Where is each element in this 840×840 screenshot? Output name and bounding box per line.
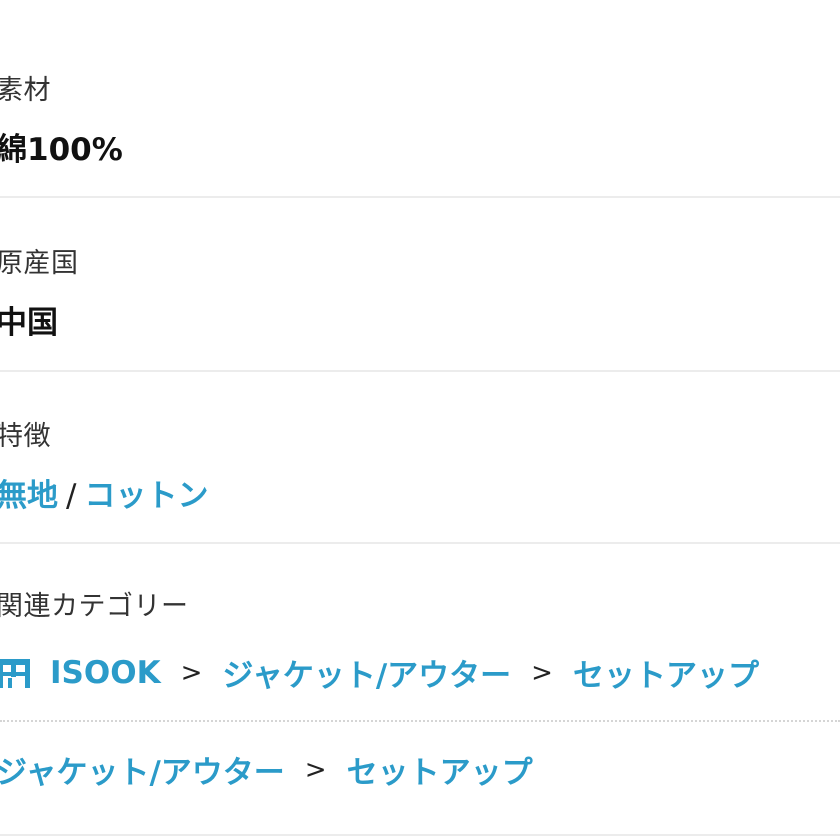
material-label: 素材: [0, 75, 51, 106]
section-divider: [0, 834, 840, 836]
origin-label: 原産国: [0, 248, 79, 279]
dotted-divider: [0, 720, 840, 722]
features-values: 無地 / コットン: [0, 470, 208, 515]
material-value: 綿100%: [0, 132, 123, 168]
feature-link-plain[interactable]: 無地: [0, 478, 58, 514]
shop-icon: [0, 658, 30, 688]
chevron-right-icon: >: [180, 657, 203, 688]
breadcrumb-row-1: ISOOK > ジャケット/アウター > セットアップ: [0, 650, 759, 695]
breadcrumb-shop-link[interactable]: ISOOK: [50, 655, 161, 691]
breadcrumb-row-2: ジャケット/アウター > セットアップ: [0, 747, 533, 792]
breadcrumb-setup-link[interactable]: セットアップ: [573, 650, 759, 695]
related-label: 関連カテゴリー: [0, 591, 189, 622]
origin-section: 原産国 中国: [0, 198, 840, 372]
chevron-right-icon: >: [531, 657, 553, 688]
feature-link-cotton[interactable]: コットン: [84, 478, 208, 514]
breadcrumb-jacket-link[interactable]: ジャケット/アウター: [0, 747, 285, 792]
material-section: 素材 綿100%: [0, 0, 840, 198]
feature-separator: /: [66, 478, 77, 514]
product-details: 素材 綿100% 原産国 中国 特徴 無地 / コットン 関連カテゴリー ISOOK…: [0, 0, 840, 840]
features-section: 特徴 無地 / コットン: [0, 372, 840, 544]
features-label: 特徴: [0, 421, 51, 452]
origin-value: 中国: [0, 305, 58, 341]
breadcrumb-jacket-link[interactable]: ジャケット/アウター: [222, 650, 511, 695]
chevron-right-icon: >: [304, 754, 327, 785]
breadcrumb-setup-link[interactable]: セットアップ: [347, 747, 533, 792]
